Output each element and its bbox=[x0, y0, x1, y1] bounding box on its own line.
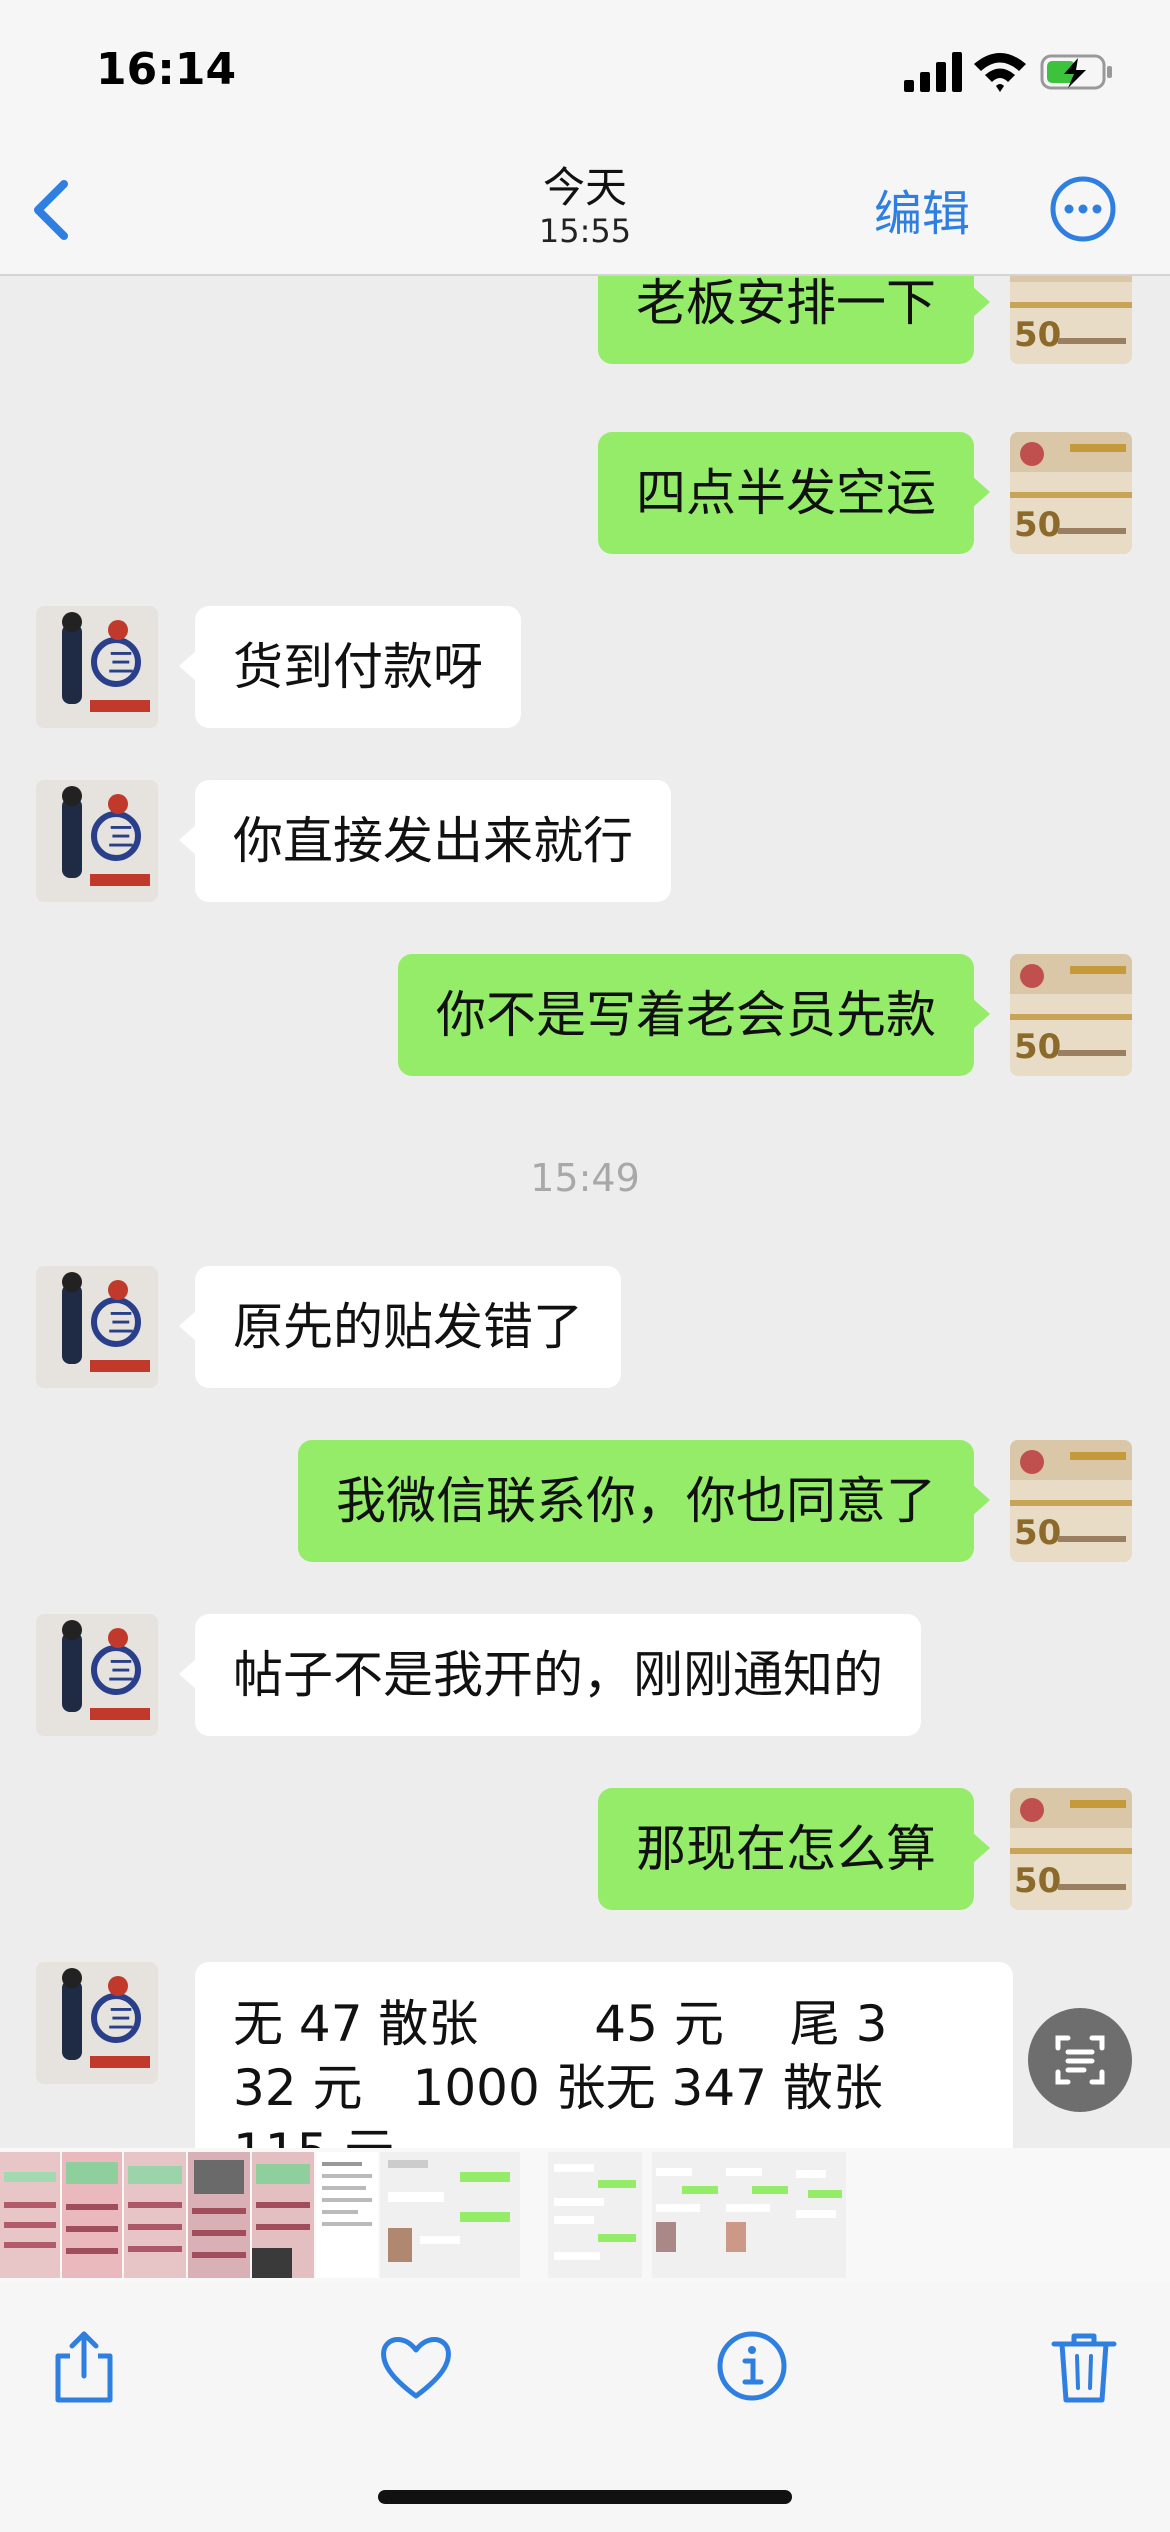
svg-text:50: 50 bbox=[1014, 505, 1061, 545]
chat-timestamp: 15:49 bbox=[530, 1156, 640, 1200]
home-indicator bbox=[378, 2490, 792, 2504]
outgoing-message[interactable]: 我微信联系你，你也同意了 bbox=[298, 1440, 990, 1562]
svg-text:三: 三 bbox=[108, 1657, 134, 1687]
photo-thumbnail[interactable] bbox=[316, 2152, 378, 2278]
avatar[interactable]: 50 bbox=[1010, 954, 1132, 1076]
avatar[interactable]: 50 bbox=[1010, 1788, 1132, 1910]
chat-area[interactable]: 老板安排一下 50 四点半发空运 50 三 货到付款呀 三 你直接发出来就行 你… bbox=[0, 276, 1170, 2148]
cellular-signal-icon bbox=[904, 52, 962, 92]
photo-thumbnail[interactable] bbox=[124, 2152, 186, 2278]
status-time: 16:14 bbox=[96, 44, 237, 95]
incoming-message[interactable]: 货到付款呀 bbox=[179, 606, 521, 728]
trash-icon[interactable] bbox=[1044, 2326, 1124, 2406]
share-icon[interactable] bbox=[44, 2326, 124, 2406]
photo-thumbnail[interactable] bbox=[252, 2152, 314, 2278]
nav-title: 今天 bbox=[542, 163, 627, 212]
outgoing-message[interactable]: 你不是写着老会员先款 bbox=[398, 954, 990, 1076]
outgoing-message[interactable]: 那现在怎么算 bbox=[598, 1788, 990, 1910]
svg-text:三: 三 bbox=[108, 649, 134, 679]
photo-thumbnail[interactable] bbox=[188, 2152, 250, 2278]
svg-text:三: 三 bbox=[108, 1309, 134, 1339]
photo-thumbnail[interactable] bbox=[0, 2152, 60, 2278]
avatar[interactable]: 50 bbox=[1010, 432, 1132, 554]
avatar[interactable]: 三 bbox=[36, 1266, 158, 1388]
avatar[interactable]: 三 bbox=[36, 780, 158, 902]
svg-text:50: 50 bbox=[1014, 1027, 1061, 1067]
wifi-icon bbox=[974, 53, 1026, 92]
edit-button[interactable]: 编辑 bbox=[874, 174, 970, 244]
svg-text:50: 50 bbox=[1014, 1861, 1061, 1901]
text-scan-icon bbox=[1055, 2035, 1105, 2085]
thumbnail-strip[interactable] bbox=[0, 2148, 1170, 2282]
incoming-message[interactable]: 原先的贴发错了 bbox=[179, 1266, 621, 1388]
avatar[interactable]: 50 bbox=[1010, 276, 1132, 364]
svg-text:三: 三 bbox=[108, 2005, 134, 2035]
outgoing-message[interactable]: 老板安排一下 bbox=[598, 276, 990, 364]
status-bar: 16:14 bbox=[0, 0, 1170, 140]
info-icon[interactable] bbox=[712, 2326, 792, 2406]
ellipsis-circle-icon[interactable] bbox=[1050, 176, 1116, 242]
avatar[interactable]: 三 bbox=[36, 606, 158, 728]
svg-text:50: 50 bbox=[1014, 315, 1061, 355]
photo-thumbnail[interactable] bbox=[722, 2152, 792, 2278]
photo-thumbnail[interactable] bbox=[380, 2152, 520, 2278]
photo-thumbnail[interactable] bbox=[652, 2152, 722, 2278]
battery-charging-icon bbox=[1040, 54, 1112, 90]
navigation-bar: 今天 15:55 编辑 bbox=[0, 140, 1170, 276]
avatar[interactable]: 三 bbox=[36, 1962, 158, 2084]
svg-text:三: 三 bbox=[108, 823, 134, 853]
incoming-message[interactable]: 你直接发出来就行 bbox=[179, 780, 671, 902]
photo-thumbnail[interactable] bbox=[62, 2152, 122, 2278]
photo-thumbnail[interactable] bbox=[792, 2152, 846, 2278]
svg-text:50: 50 bbox=[1014, 1513, 1061, 1553]
outgoing-message[interactable]: 四点半发空运 bbox=[598, 432, 990, 554]
nav-subtitle: 15:55 bbox=[538, 212, 632, 250]
photo-thumbnail[interactable] bbox=[548, 2152, 642, 2278]
incoming-message[interactable]: 帖子不是我开的，刚刚通知的 bbox=[179, 1614, 921, 1736]
text-scan-button[interactable] bbox=[1028, 2008, 1132, 2112]
avatar[interactable]: 三 bbox=[36, 1614, 158, 1736]
heart-icon[interactable] bbox=[376, 2326, 456, 2406]
incoming-message[interactable]: 无 47 散张 45 元 尾 3 32 元 1000 张无 347 散张 115… bbox=[195, 1962, 1013, 2148]
avatar[interactable]: 50 bbox=[1010, 1440, 1132, 1562]
